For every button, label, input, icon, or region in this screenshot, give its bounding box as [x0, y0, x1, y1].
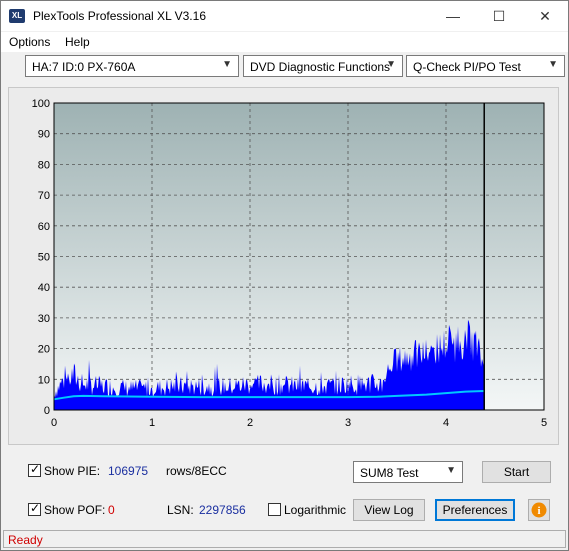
drive-select-value: HA:7 ID:0 PX-760A — [32, 60, 136, 74]
y-tick-label: 60 — [38, 221, 50, 233]
y-tick-label: 90 — [38, 129, 50, 141]
menu-options[interactable]: Options — [9, 35, 50, 49]
logarithmic-checkbox[interactable] — [268, 503, 281, 516]
show-pie-label: Show PIE: — [44, 464, 101, 478]
checkmark-icon: ✓ — [30, 462, 41, 476]
x-tick-label: 0 — [51, 417, 57, 429]
drive-select[interactable]: HA:7 ID:0 PX-760A ▼ — [25, 55, 239, 77]
chevron-down-icon: ▼ — [548, 59, 558, 70]
x-tick-label: 2 — [247, 417, 253, 429]
lsn-value: 2297856 — [199, 503, 246, 517]
start-button[interactable]: Start — [482, 461, 551, 483]
show-pie-checkbox[interactable]: ✓ — [28, 462, 41, 477]
minimize-button[interactable]: — — [430, 1, 476, 31]
y-tick-label: 40 — [38, 282, 50, 294]
pie-unit: rows/8ECC — [166, 464, 227, 478]
info-icon-glyph: i — [537, 505, 540, 517]
pie-value: 106975 — [108, 464, 149, 478]
x-tick-label: 5 — [541, 417, 547, 429]
test-select[interactable]: Q-Check PI/PO Test ▼ — [406, 55, 565, 77]
show-pof-checkbox[interactable]: ✓ — [28, 501, 41, 516]
info-icon: i — [528, 499, 550, 521]
function-select-value: DVD Diagnostic Functions — [250, 60, 391, 74]
sum8-test-select[interactable]: SUM8 Test ▼ — [353, 461, 463, 483]
y-tick-label: 0 — [44, 405, 50, 417]
x-tick-label: 1 — [149, 417, 155, 429]
menu-options-label: Options — [9, 35, 51, 49]
app-logo-icon: XL — [9, 9, 25, 23]
y-tick-label: 70 — [38, 190, 50, 202]
app-window: XL PlexTools Professional XL V3.16 — ☐ ✕… — [0, 0, 569, 551]
lsn-label: LSN: — [167, 503, 194, 517]
sum8-test-select-value: SUM8 Test — [360, 466, 419, 480]
close-button[interactable]: ✕ — [522, 1, 568, 31]
view-log-button[interactable]: View Log — [353, 499, 425, 521]
chart-svg: 0 10 20 30 40 50 60 70 80 90 100 0 1 2 3 4 5 — [32, 98, 547, 429]
menu-help[interactable]: Help — [65, 35, 90, 49]
y-tick-label: 30 — [38, 313, 50, 325]
function-select[interactable]: DVD Diagnostic Functions ▼ — [243, 55, 403, 77]
test-select-value: Q-Check PI/PO Test — [413, 60, 521, 74]
menu-bar: Options Help — [1, 32, 568, 52]
maximize-button[interactable]: ☐ — [476, 1, 522, 31]
x-tick-label: 3 — [345, 417, 351, 429]
y-tick-label: 20 — [38, 344, 50, 356]
unscanned-region — [484, 103, 544, 410]
x-tick-label: 4 — [443, 417, 449, 429]
title-bar: XL PlexTools Professional XL V3.16 — ☐ ✕ — [1, 1, 568, 31]
toolbar: HA:7 ID:0 PX-760A ▼ DVD Diagnostic Funct… — [1, 53, 568, 81]
y-tick-label: 100 — [32, 98, 50, 110]
y-tick-label: 50 — [38, 252, 50, 264]
chevron-down-icon: ▼ — [222, 59, 232, 70]
logarithmic-label: Logarithmic — [284, 503, 347, 517]
y-tick-label: 10 — [38, 374, 50, 386]
chevron-down-icon: ▼ — [386, 59, 396, 70]
chevron-down-icon: ▼ — [446, 465, 456, 476]
status-text: Ready — [8, 533, 43, 547]
menu-help-label: Help — [65, 35, 90, 49]
show-pof-label: Show POF: — [44, 503, 106, 517]
info-button[interactable]: i — [528, 499, 550, 521]
preferences-button[interactable]: Preferences — [435, 499, 515, 521]
window-title: PlexTools Professional XL V3.16 — [33, 9, 206, 23]
y-tick-label: 80 — [38, 159, 50, 171]
status-bar: Ready — [3, 530, 566, 548]
pi-po-chart: 0 10 20 30 40 50 60 70 80 90 100 0 1 2 3 4 5 — [8, 87, 559, 445]
pof-value: 0 — [108, 503, 115, 517]
checkmark-icon: ✓ — [30, 501, 41, 515]
bottom-panel: ✓ Show PIE: 106975 rows/8ECC SUM8 Test ▼… — [1, 453, 568, 525]
